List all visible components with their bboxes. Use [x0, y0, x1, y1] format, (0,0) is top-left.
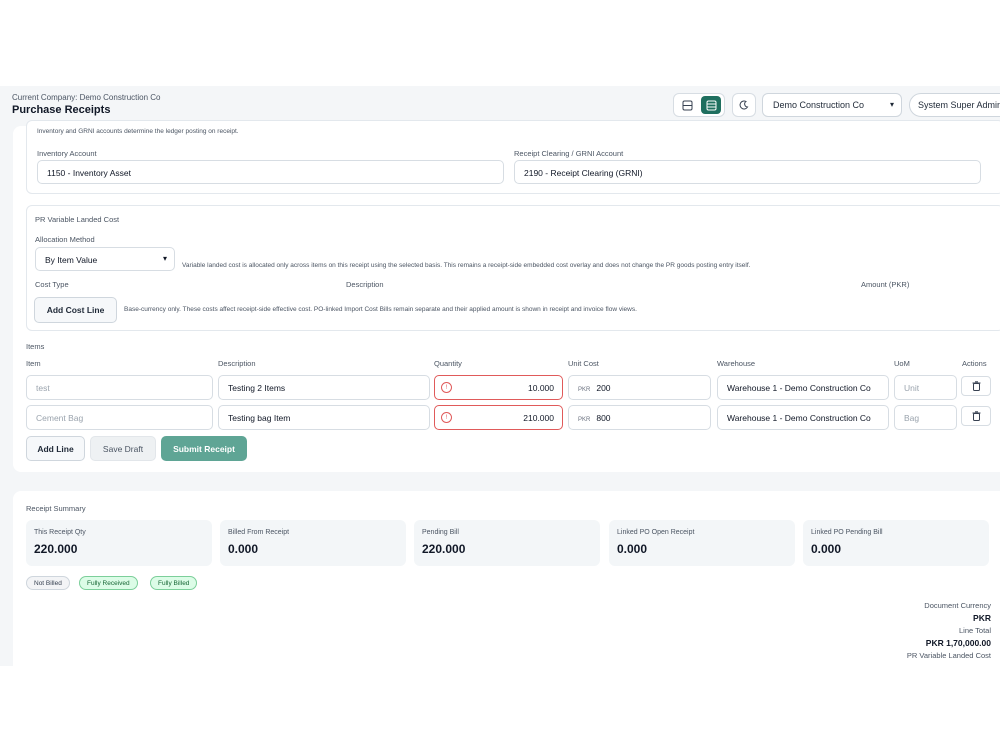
- stat-label: Billed From Receipt: [228, 529, 290, 536]
- stat-linked-po-open-receipt: Linked PO Open Receipt 0.000: [609, 520, 795, 566]
- add-cost-line-button[interactable]: Add Cost Line: [34, 297, 117, 323]
- uom-field[interactable]: Unit: [894, 375, 957, 400]
- allocation-method-select[interactable]: By Item Value ▾: [35, 247, 175, 271]
- allocation-method-value: By Item Value: [45, 255, 98, 265]
- chevron-down-icon: ▾: [162, 254, 167, 263]
- grni-account-field[interactable]: 2190 - Receipt Clearing (GRNI): [514, 160, 981, 184]
- quantity-column-header: Quantity: [434, 359, 462, 368]
- stat-billed-from-receipt: Billed From Receipt 0.000: [220, 520, 406, 566]
- delete-row-button[interactable]: [961, 376, 991, 396]
- unit-cost-field[interactable]: PKR 800: [568, 405, 711, 430]
- accounts-note: Inventory and GRNI accounts determine th…: [37, 128, 239, 135]
- uom-column-header: UoM: [894, 359, 910, 368]
- save-draft-button[interactable]: Save Draft: [90, 436, 156, 461]
- add-cost-note: Base-currency only. These costs affect r…: [124, 306, 637, 313]
- theme-toggle-button[interactable]: [732, 93, 756, 117]
- company-select-value: Demo Construction Co: [773, 100, 865, 110]
- stat-label: Linked PO Open Receipt: [617, 529, 695, 536]
- stat-value: 220.000: [422, 542, 466, 556]
- allocation-note: Variable landed cost is allocated only a…: [182, 262, 751, 269]
- user-menu[interactable]: System Super Admin: [909, 93, 1000, 117]
- company-select[interactable]: Demo Construction Co ▾: [762, 93, 902, 117]
- trash-icon: [972, 381, 980, 391]
- submit-receipt-button[interactable]: Submit Receipt: [161, 436, 247, 461]
- quantity-value: 10.000: [528, 383, 554, 393]
- stat-pending-bill: Pending Bill 220.000: [414, 520, 600, 566]
- stat-value: 220.000: [34, 542, 78, 556]
- description-column-header: Description: [218, 359, 256, 368]
- unit-cost-value: 800: [596, 413, 611, 423]
- full-view-button[interactable]: [701, 96, 721, 114]
- quantity-field[interactable]: ! 10.000: [434, 375, 563, 400]
- unit-cost-column-header: Unit Cost: [568, 359, 599, 368]
- line-total-label: Line Total: [959, 626, 991, 635]
- cost-type-column-header: Cost Type: [35, 280, 69, 289]
- currency-prefix: PKR: [578, 387, 591, 393]
- line-total-value: PKR 1,70,000.00: [925, 638, 991, 648]
- actions-column-header: Actions: [962, 359, 987, 368]
- inventory-account-label: Inventory Account: [37, 149, 97, 158]
- user-name: System Super Admin: [918, 100, 1000, 110]
- stat-value: 0.000: [617, 542, 648, 556]
- quantity-field[interactable]: ! 210.000: [434, 405, 563, 430]
- split-layout-icon: [682, 100, 692, 110]
- warning-icon: !: [441, 412, 452, 423]
- uom-field[interactable]: Bag: [894, 405, 957, 430]
- cost-amount-column-header: Amount (PKR): [861, 280, 910, 289]
- unit-cost-value: 200: [596, 383, 611, 393]
- status-badge: Fully Received: [79, 576, 138, 590]
- item-field[interactable]: test: [26, 375, 213, 400]
- unit-cost-field[interactable]: PKR 200: [568, 375, 711, 400]
- chevron-down-icon: ▾: [889, 100, 894, 109]
- item-field[interactable]: Cement Bag: [26, 405, 213, 430]
- trash-icon: [972, 411, 980, 421]
- stat-value: 0.000: [228, 542, 259, 556]
- cost-description-column-header: Description: [346, 280, 384, 289]
- moon-icon: [739, 100, 749, 110]
- stat-linked-po-pending-bill: Linked PO Pending Bill 0.000: [803, 520, 989, 566]
- summary-title: Receipt Summary: [26, 504, 86, 513]
- layout-toggle-group: [673, 93, 725, 117]
- stat-label: Linked PO Pending Bill: [811, 529, 883, 536]
- accounts-panel: Inventory and GRNI accounts determine th…: [26, 120, 1000, 194]
- description-field[interactable]: Testing bag Item: [218, 405, 430, 430]
- warehouse-field[interactable]: Warehouse 1 - Demo Construction Co: [717, 375, 889, 400]
- warehouse-column-header: Warehouse: [717, 359, 756, 368]
- add-line-button[interactable]: Add Line: [26, 436, 85, 461]
- quantity-value: 210.000: [523, 413, 554, 423]
- receipt-form-card: Inventory and GRNI accounts determine th…: [13, 120, 1000, 472]
- allocation-method-label: Allocation Method: [35, 235, 95, 244]
- document-currency-value: PKR: [973, 613, 991, 623]
- status-badge: Fully Billed: [150, 576, 198, 590]
- inventory-account-field[interactable]: 1150 - Inventory Asset: [37, 160, 504, 184]
- document-currency-label: Document Currency: [924, 601, 991, 610]
- receipt-summary-card: Receipt Summary This Receipt Qty 220.000…: [13, 491, 1000, 666]
- grni-account-label: Receipt Clearing / GRNI Account: [514, 149, 624, 158]
- app-window: Current Company: Demo Construction Co Pu…: [0, 86, 1000, 666]
- warning-icon: !: [441, 382, 452, 393]
- landed-cost-panel: PR Variable Landed Cost Allocation Metho…: [26, 205, 1000, 331]
- list-layout-icon: [706, 100, 716, 110]
- status-badge: Not Billed: [26, 576, 70, 590]
- description-field[interactable]: Testing 2 Items: [218, 375, 430, 400]
- landed-cost-summary-label: PR Variable Landed Cost: [906, 651, 991, 660]
- page-title: Purchase Receipts: [12, 104, 111, 116]
- stat-label: Pending Bill: [422, 529, 459, 536]
- item-column-header: Item: [26, 359, 41, 368]
- currency-prefix: PKR: [578, 417, 591, 423]
- stat-this-receipt-qty: This Receipt Qty 220.000: [26, 520, 212, 566]
- current-company-label: Current Company: Demo Construction Co: [12, 93, 161, 102]
- stat-label: This Receipt Qty: [34, 529, 86, 536]
- warehouse-field[interactable]: Warehouse 1 - Demo Construction Co: [717, 405, 889, 430]
- stat-value: 0.000: [811, 542, 842, 556]
- landed-cost-title: PR Variable Landed Cost: [35, 215, 120, 224]
- delete-row-button[interactable]: [961, 406, 991, 426]
- items-section-label: Items: [26, 342, 45, 351]
- split-view-button[interactable]: [677, 96, 697, 114]
